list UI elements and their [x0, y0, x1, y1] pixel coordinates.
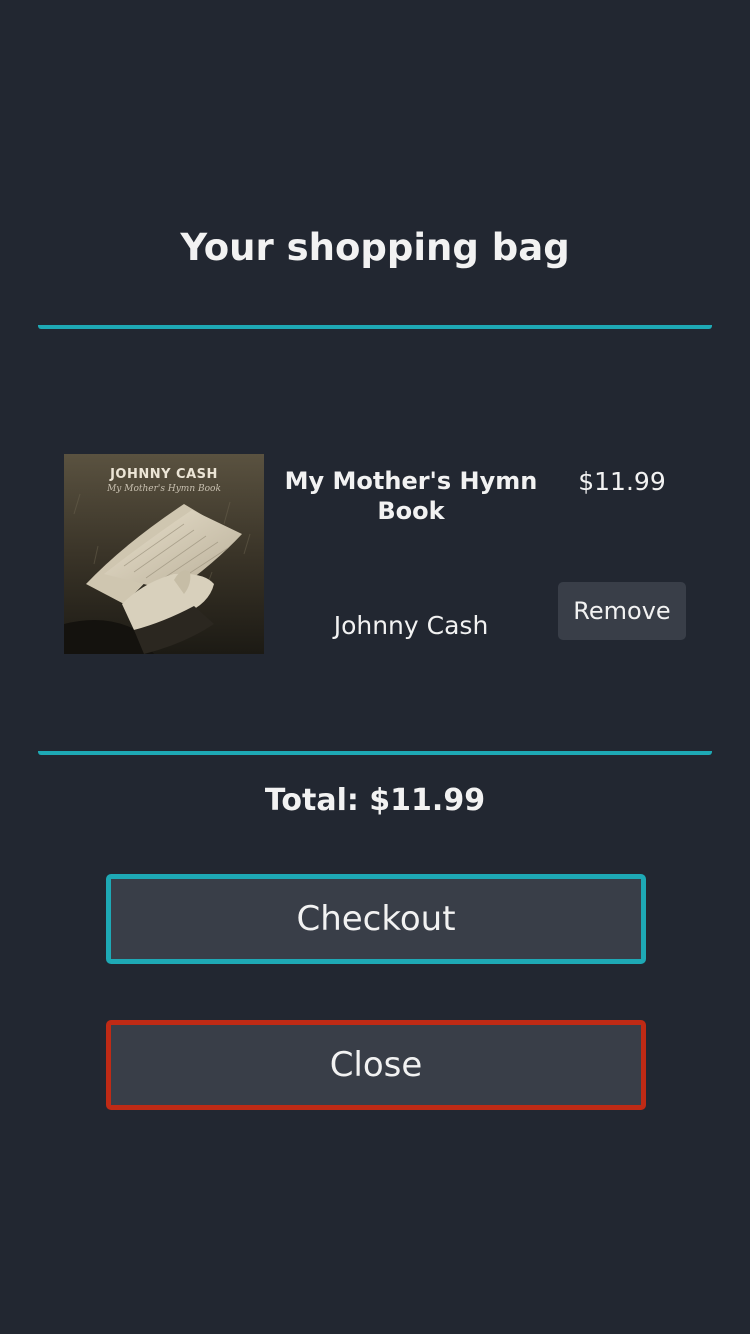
item-title: My Mother's Hymn Book: [284, 467, 538, 525]
remove-button[interactable]: Remove: [558, 582, 686, 640]
page-title: Your shopping bag: [180, 226, 570, 269]
item-artist: Johnny Cash: [333, 611, 489, 640]
album-cover-image: JOHNNY CASH My Mother's Hymn Book: [64, 454, 264, 654]
cover-album-text: My Mother's Hymn Book: [107, 484, 221, 494]
close-button[interactable]: Close: [106, 1020, 646, 1110]
shopping-bag-page: Your shopping bag JOHNNY CASH My Mother'…: [0, 0, 750, 1334]
cover-artist-text: JOHNNY CASH: [110, 467, 218, 482]
item-price: $11.99: [578, 467, 666, 496]
top-divider: [38, 325, 712, 329]
bottom-divider: [38, 751, 712, 755]
cart-total: Total: $11.99: [264, 783, 486, 818]
checkout-button[interactable]: Checkout: [106, 874, 646, 964]
